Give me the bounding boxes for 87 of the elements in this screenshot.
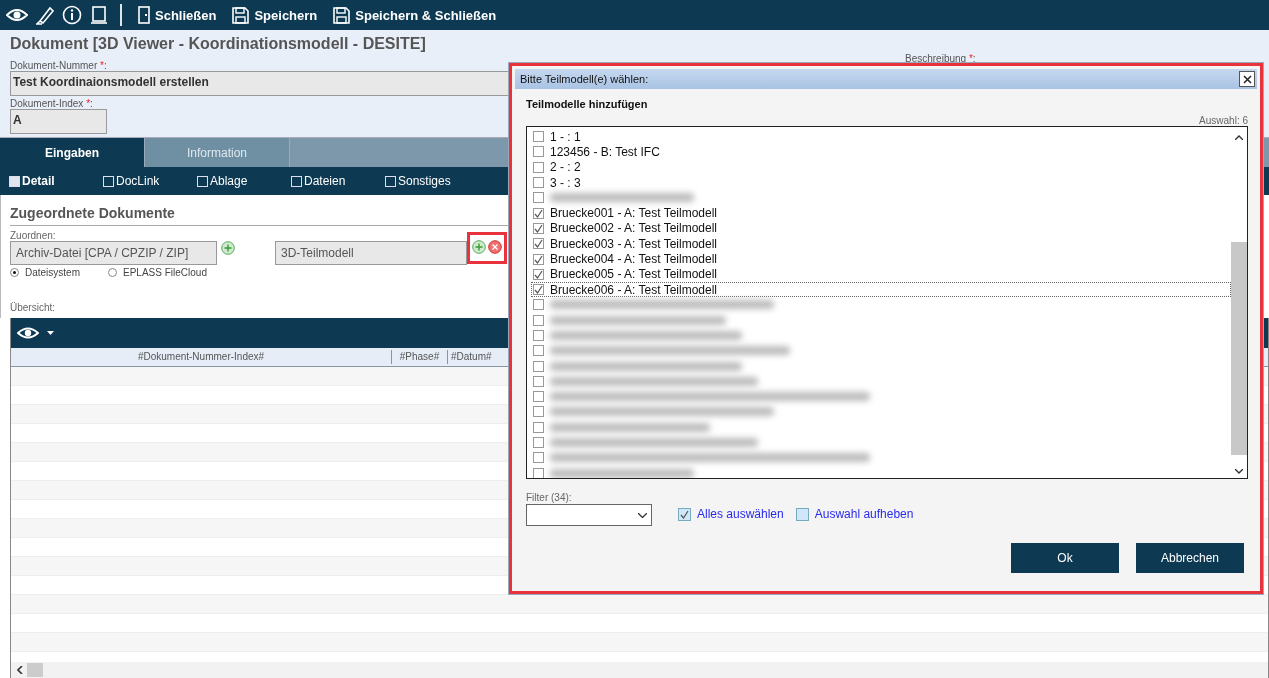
checkbox[interactable]	[533, 146, 544, 158]
checkbox[interactable]	[533, 345, 544, 357]
list-item[interactable]: Bruecke001 - A: Test Teilmodell	[531, 205, 1231, 221]
checkbox[interactable]	[533, 299, 544, 311]
dialog-title: Bitte Teilmodell(e) wählen:	[520, 73, 649, 85]
save-icon	[232, 6, 250, 24]
checkbox[interactable]	[533, 452, 544, 464]
checkbox[interactable]	[533, 131, 544, 143]
caret-icon[interactable]	[47, 331, 54, 335]
radio-button[interactable]	[10, 268, 19, 277]
subtab[interactable]: Dateien	[291, 171, 385, 191]
check-icon	[680, 509, 689, 519]
close-button[interactable]	[1239, 71, 1255, 87]
checkbox[interactable]	[678, 507, 691, 521]
radio-option[interactable]: EPLASS FileCloud	[108, 267, 207, 278]
eye-icon[interactable]	[6, 7, 28, 23]
remove-icon[interactable]	[488, 240, 502, 254]
list-item[interactable]: Bruecke006 - A: Test Teilmodell	[531, 281, 1231, 298]
checkbox[interactable]	[533, 177, 544, 189]
checkbox[interactable]	[533, 421, 544, 433]
column-header[interactable]: #Phase#	[392, 350, 448, 364]
column-header[interactable]: #Dokument-Nummer-Index#	[11, 350, 392, 364]
toolbar-button[interactable]: Speichern & Schließen	[329, 3, 501, 27]
checkbox[interactable]	[533, 314, 544, 326]
checkbox[interactable]	[533, 375, 544, 387]
field-label: Zuordnen:	[10, 230, 56, 241]
model-field[interactable]: 3D-Teilmodell	[275, 241, 467, 265]
list-item[interactable]: 123456 - B: Test IFC	[531, 144, 1231, 160]
filter-dropdown[interactable]	[526, 504, 652, 526]
subtab[interactable]: Detail	[9, 171, 103, 191]
field-label: Beschreibung *:	[905, 53, 976, 64]
dialog-button[interactable]: Ok	[1011, 543, 1119, 573]
add-icon[interactable]	[221, 241, 235, 255]
checkbox[interactable]	[533, 207, 544, 219]
checkbox[interactable]	[533, 391, 544, 403]
text-field[interactable]: A	[10, 109, 107, 134]
archive-field[interactable]: Archiv-Datei [CPA / CPZIP / ZIP]	[10, 241, 217, 265]
checkbox[interactable]	[533, 406, 544, 418]
chevron-down-icon	[638, 512, 647, 518]
scrollbar[interactable]	[11, 662, 1268, 678]
list-item[interactable]: Bruecke003 - A: Test Teilmodell	[531, 236, 1231, 252]
checkbox[interactable]	[533, 238, 544, 250]
scroll-thumb[interactable]	[27, 663, 43, 677]
selection-count: Auswahl: 6	[1199, 115, 1248, 126]
list-item[interactable]: Bruecke002 - A: Test Teilmodell	[531, 220, 1231, 237]
document-title: Dokument [3D Viewer - Koordinationsmodell - DESITE]	[10, 35, 427, 54]
list-item[interactable]: 1 - : 1	[531, 129, 1231, 145]
checkbox[interactable]	[533, 360, 544, 372]
field-label: Dokument-Index *:	[10, 98, 93, 109]
field-label: Dokument-Nummer *:	[10, 60, 107, 71]
tab[interactable]: Eingaben	[0, 138, 145, 167]
radio-option[interactable]: Dateisystem	[10, 267, 80, 278]
toolbar-button[interactable]: Speichern	[228, 3, 322, 27]
checkbox[interactable]	[533, 330, 544, 341]
checkbox[interactable]	[533, 192, 544, 204]
list-item[interactable]: Bruecke005 - A: Test Teilmodell	[531, 266, 1231, 282]
checkbox[interactable]	[533, 437, 544, 449]
checkbox[interactable]	[533, 222, 544, 234]
toolbar-button[interactable]: Schließen	[134, 3, 221, 27]
checkbox[interactable]	[533, 268, 544, 280]
checkbox[interactable]	[533, 253, 544, 265]
checkbox[interactable]	[533, 284, 544, 296]
list-item[interactable]: 3 - : 3	[531, 174, 1231, 191]
door-icon	[138, 6, 150, 24]
subtab[interactable]: Ablage	[197, 171, 291, 191]
add-icon[interactable]	[472, 240, 486, 254]
tablet-icon[interactable]	[90, 5, 108, 25]
option-checkbox[interactable]: Auswahl aufheben	[795, 507, 914, 521]
checkbox[interactable]	[533, 161, 544, 173]
subtab[interactable]: Sonstiges	[385, 171, 479, 191]
radio-button[interactable]	[108, 268, 117, 277]
checkbox[interactable]	[533, 467, 544, 478]
eye-icon[interactable]	[17, 326, 39, 340]
scroll-thumb[interactable]	[1231, 242, 1247, 455]
checkbox[interactable]	[795, 507, 809, 521]
dialog-heading: Teilmodelle hinzufügen	[526, 98, 649, 110]
save-icon	[333, 6, 351, 24]
field-label: Filter (34):	[526, 492, 573, 503]
highlighter-icon[interactable]	[36, 5, 54, 25]
option-checkbox[interactable]: Alles auswählen	[678, 507, 784, 521]
close-icon	[1242, 74, 1252, 84]
info-icon[interactable]	[62, 5, 82, 25]
list-item[interactable]: Bruecke004 - A: Test Teilmodell	[531, 251, 1231, 267]
list-item[interactable]: 2 - : 2	[531, 159, 1231, 175]
subtab[interactable]: DocLink	[103, 171, 197, 191]
dialog-button[interactable]: Abbrechen	[1136, 543, 1244, 573]
field-label: Übersicht:	[10, 302, 55, 313]
